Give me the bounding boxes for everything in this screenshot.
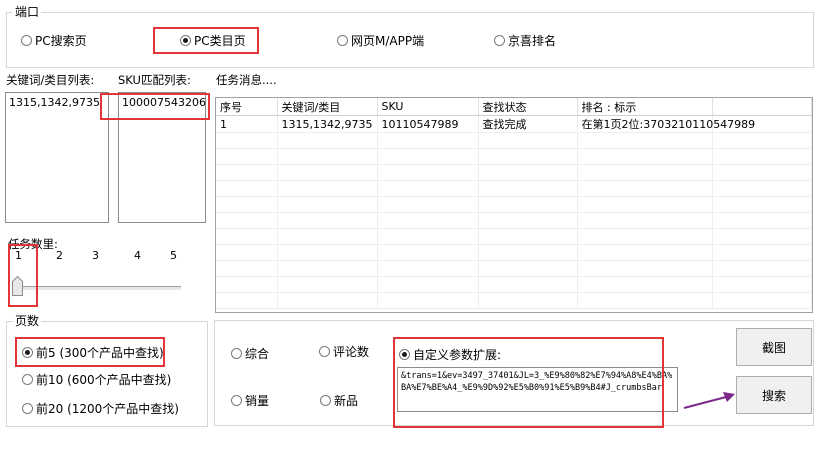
arrow-icon xyxy=(683,392,735,409)
cell-sku: 10110547989 xyxy=(377,115,479,133)
radio-dot xyxy=(320,395,331,406)
tick-label: 4 xyxy=(134,249,141,262)
radio-mobile-app[interactable]: 网页M/APP端 xyxy=(337,32,424,49)
port-group-legend: 端口 xyxy=(13,5,42,19)
radio-dot xyxy=(22,374,33,385)
col-status[interactable]: 查找状态 xyxy=(478,98,578,116)
cell-index: 1 xyxy=(216,115,278,133)
radio-dot xyxy=(337,35,348,46)
result-grid: 序号 关键词/类目 SKU 查找状态 排名 : 标示 1 1315,1342,9… xyxy=(216,98,812,309)
highlight-custom-param xyxy=(393,337,664,428)
pages-group-legend: 页数 xyxy=(13,314,42,328)
radio-sort-comprehensive[interactable]: 综合 xyxy=(231,345,269,362)
col-keyword[interactable]: 关键词/类目 xyxy=(277,98,378,116)
highlight-pc-category xyxy=(153,27,259,54)
keyword-list-label: 关键词/类目列表: xyxy=(6,73,95,87)
radio-sort-sales[interactable]: 销量 xyxy=(231,392,269,409)
radio-sort-reviews[interactable]: 评论数 xyxy=(319,343,369,360)
table-row xyxy=(216,164,812,181)
radio-dot xyxy=(494,35,505,46)
radio-dot xyxy=(231,348,242,359)
table-row xyxy=(216,180,812,197)
radio-jingxi[interactable]: 京喜排名 xyxy=(494,32,556,49)
tick-label: 5 xyxy=(170,249,177,262)
keyword-list-value: 1315,1342,9735 xyxy=(9,96,100,109)
table-row xyxy=(216,132,812,149)
highlight-sku xyxy=(100,93,210,120)
result-table[interactable]: 序号 关键词/类目 SKU 查找状态 排名 : 标示 1 1315,1342,9… xyxy=(215,97,813,313)
table-row xyxy=(216,196,812,213)
col-rank[interactable]: 排名 : 标示 xyxy=(577,98,713,116)
radio-pc-search[interactable]: PC搜索页 xyxy=(21,32,87,49)
radio-pages-20[interactable]: 前20 (1200个产品中查找) xyxy=(22,400,179,417)
screenshot-button[interactable]: 截图 xyxy=(736,328,812,366)
table-row xyxy=(216,244,812,261)
col-filler xyxy=(712,98,812,116)
table-row xyxy=(216,260,812,277)
col-index[interactable]: 序号 xyxy=(216,98,278,116)
table-row xyxy=(216,148,812,165)
table-row[interactable]: 1 1315,1342,9735 10110547989 查找完成 在第1页2位… xyxy=(216,115,812,133)
highlight-pages-5 xyxy=(15,337,165,367)
cell-keyword: 1315,1342,9735 xyxy=(277,115,378,133)
cell-status: 查找完成 xyxy=(478,115,578,133)
tick-label: 3 xyxy=(92,249,99,262)
highlight-task-count xyxy=(8,244,38,307)
radio-pages-10[interactable]: 前10 (600个产品中查找) xyxy=(22,371,171,388)
search-button[interactable]: 搜索 xyxy=(736,376,812,414)
radio-dot xyxy=(21,35,32,46)
table-row xyxy=(216,276,812,293)
col-sku[interactable]: SKU xyxy=(377,98,479,116)
task-message-label: 任务消息.... xyxy=(216,73,277,87)
tick-label: 2 xyxy=(56,249,63,262)
radio-dot xyxy=(319,346,330,357)
radio-dot xyxy=(231,395,242,406)
table-row xyxy=(216,212,812,229)
keyword-list[interactable]: 1315,1342,9735 xyxy=(5,92,109,223)
cell-rank: 在第1页2位:3703210110547989 xyxy=(577,115,755,133)
table-row xyxy=(216,292,812,309)
radio-dot xyxy=(22,403,33,414)
sku-list-label: SKU匹配列表: xyxy=(118,73,191,87)
radio-sort-new[interactable]: 新品 xyxy=(320,392,358,409)
table-row xyxy=(216,228,812,245)
